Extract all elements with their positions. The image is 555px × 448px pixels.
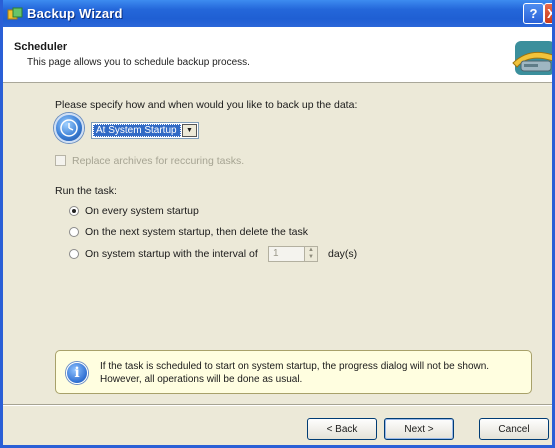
page-title: Scheduler <box>14 41 68 53</box>
cancel-button[interactable]: Cancel <box>479 418 549 440</box>
interval-stepper[interactable]: 1 ▲ ▼ <box>268 246 318 262</box>
close-icon: X <box>547 6 555 21</box>
radio-every-startup-label: On every system startup <box>85 205 199 217</box>
window-title: Backup Wizard <box>27 6 123 21</box>
schedule-type-value: At System Startup <box>93 124 181 137</box>
help-icon: ? <box>529 6 538 21</box>
schedule-prompt: Please specify how and when would you li… <box>55 99 358 111</box>
back-button[interactable]: < Back <box>307 418 377 440</box>
info-notice: i If the task is scheduled to start on s… <box>55 350 532 394</box>
interval-unit: day(s) <box>328 248 358 260</box>
backup-wizard-icon <box>7 6 23 22</box>
backup-wizard-window: Backup Wizard ? X Scheduler This page al… <box>0 0 555 448</box>
spin-down-icon[interactable]: ▼ <box>304 254 317 261</box>
next-button-label: Next > <box>404 423 434 435</box>
chevron-down-icon[interactable]: ▼ <box>182 124 197 137</box>
backup-drive-icon <box>512 41 552 75</box>
replace-archives-checkbox[interactable] <box>55 155 66 166</box>
wizard-header: Scheduler This page allows you to schedu… <box>3 27 552 83</box>
back-button-label: < Back <box>326 423 358 435</box>
next-button[interactable]: Next > <box>384 418 454 440</box>
cancel-button-label: Cancel <box>498 423 530 435</box>
info-line-2: However, all operations will be done as … <box>100 374 303 385</box>
radio-interval-startup[interactable] <box>69 249 79 259</box>
clock-icon <box>54 113 84 143</box>
page-subtitle: This page allows you to schedule backup … <box>27 57 250 68</box>
info-icon: i <box>66 362 88 384</box>
run-task-label: Run the task: <box>55 185 117 197</box>
schedule-type-select[interactable]: At System Startup ▼ <box>91 122 199 139</box>
title-bar[interactable]: Backup Wizard ? X <box>3 0 555 27</box>
help-button[interactable]: ? <box>523 3 544 24</box>
radio-every-startup[interactable] <box>69 206 79 216</box>
radio-interval-startup-label: On system startup with the interval of <box>85 248 258 260</box>
close-button[interactable]: X <box>544 3 555 24</box>
footer-divider <box>3 404 552 406</box>
radio-next-startup-label: On the next system startup, then delete … <box>85 226 308 238</box>
replace-archives-label: Replace archives for reccuring tasks. <box>72 155 245 167</box>
radio-next-startup[interactable] <box>69 227 79 237</box>
spin-up-icon[interactable]: ▲ <box>304 247 317 254</box>
info-line-1: If the task is scheduled to start on sys… <box>100 361 490 372</box>
interval-value: 1 <box>273 248 279 259</box>
